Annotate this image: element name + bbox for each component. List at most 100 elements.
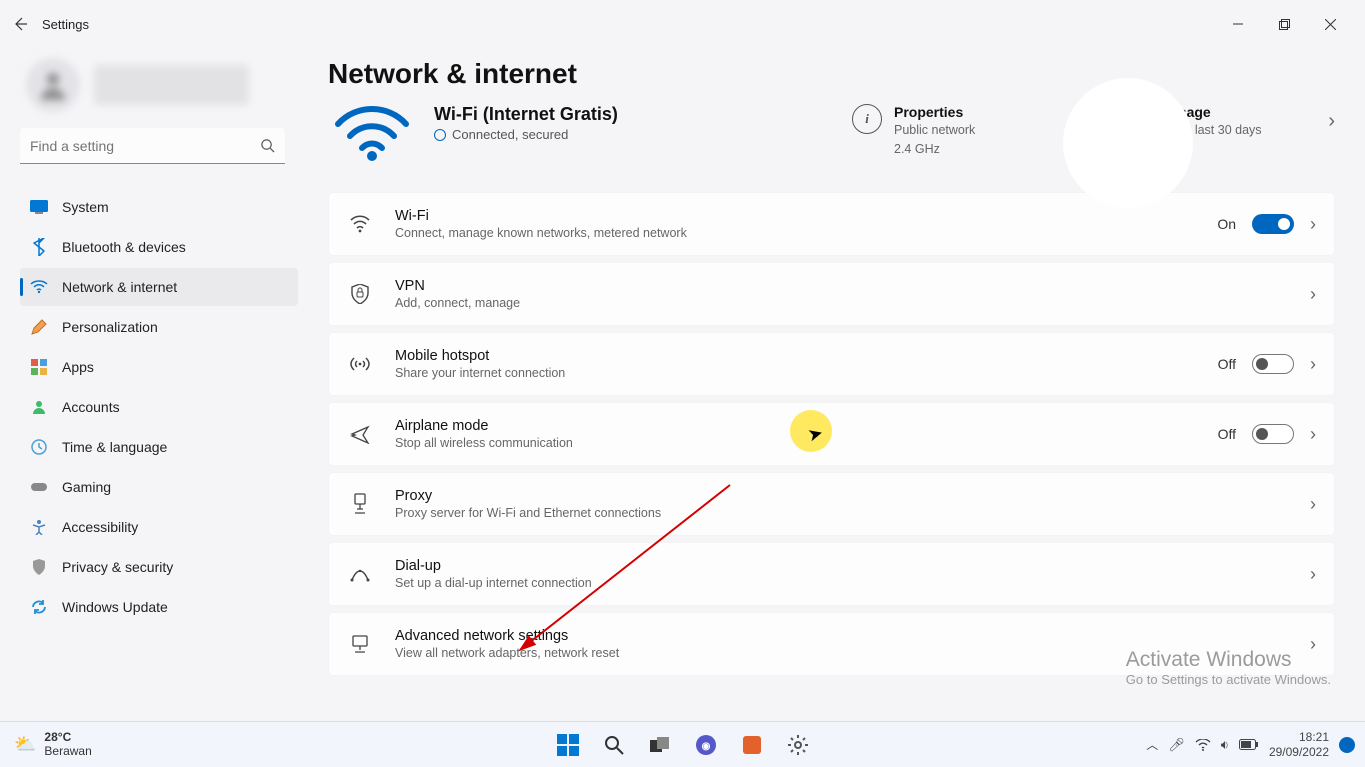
taskbar-weather[interactable]: ⛅ 28°CBerawan	[14, 731, 92, 759]
card-title: VPN	[395, 278, 1288, 294]
nav-accessibility[interactable]: Accessibility	[20, 508, 298, 546]
nav-apps[interactable]: Apps	[20, 348, 298, 386]
teams-button[interactable]: ◉	[687, 726, 725, 764]
nav-label: Privacy & security	[62, 559, 173, 575]
chevron-right-icon: ›	[1310, 634, 1316, 655]
battery-icon[interactable]	[1239, 739, 1259, 750]
hotspot-toggle[interactable]	[1252, 354, 1294, 374]
properties-heading: Properties	[894, 104, 975, 120]
nav-personalization[interactable]: Personalization	[20, 308, 298, 346]
app-button[interactable]	[733, 726, 771, 764]
maximize-button[interactable]	[1261, 8, 1307, 40]
chevron-right-icon: ›	[1310, 424, 1316, 445]
search-button[interactable]	[595, 726, 633, 764]
chevron-right-icon: ›	[1310, 214, 1316, 235]
svg-text:◉: ◉	[701, 741, 710, 752]
nav-time[interactable]: Time & language	[20, 428, 298, 466]
card-title: Proxy	[395, 488, 1288, 504]
card-subtitle: Add, connect, manage	[395, 296, 1288, 310]
nav-accounts[interactable]: Accounts	[20, 388, 298, 426]
chevron-right-icon: ›	[1310, 494, 1316, 515]
task-view-button[interactable]	[641, 726, 679, 764]
card-vpn[interactable]: VPN Add, connect, manage ›	[328, 262, 1335, 326]
volume-icon[interactable]: 🔉︎	[1221, 737, 1229, 753]
chevron-right-icon: ›	[1310, 564, 1316, 585]
card-subtitle: Set up a dial-up internet connection	[395, 576, 1288, 590]
card-dialup[interactable]: Dial-up Set up a dial-up internet connect…	[328, 542, 1335, 606]
nav-gaming[interactable]: Gaming	[20, 468, 298, 506]
nav-label: Bluetooth & devices	[62, 239, 186, 255]
card-title: Dial-up	[395, 558, 1288, 574]
card-subtitle: Share your internet connection	[395, 366, 1196, 380]
airplane-icon	[347, 424, 373, 444]
bluetooth-icon	[30, 238, 48, 256]
nav-label: Gaming	[62, 479, 111, 495]
nav-system[interactable]: System	[20, 188, 298, 226]
back-button[interactable]	[12, 16, 28, 32]
card-proxy[interactable]: ProxyProxy server for Wi-Fi and Ethernet…	[328, 472, 1335, 536]
nav-label: Apps	[62, 359, 94, 375]
tray-chevron-icon[interactable]: ︿	[1146, 736, 1158, 753]
weather-desc: Berawan	[44, 745, 91, 759]
card-subtitle: Connect, manage known networks, metered …	[395, 226, 1195, 240]
close-button[interactable]	[1307, 8, 1353, 40]
nav-label: Personalization	[62, 319, 158, 335]
accessibility-icon	[30, 518, 48, 536]
wifi-icon	[347, 215, 373, 233]
hotspot-icon	[347, 355, 373, 373]
airplane-toggle[interactable]	[1252, 424, 1294, 444]
overlay-circle	[1063, 78, 1193, 208]
shield-icon	[30, 558, 48, 576]
nav-label: System	[62, 199, 109, 215]
card-advanced[interactable]: Advanced network settings View all networ…	[328, 612, 1335, 676]
nav-label: Network & internet	[62, 279, 177, 295]
wifi-icon	[30, 278, 48, 296]
page-title: Network & internet	[328, 58, 1335, 90]
clock-icon	[30, 438, 48, 456]
main-content: Network & internet Wi-Fi (Internet Grati…	[310, 48, 1365, 721]
weather-icon: ⛅	[14, 734, 36, 755]
update-icon	[30, 598, 48, 616]
card-wifi[interactable]: Wi-Fi Connect, manage known networks, met…	[328, 192, 1335, 256]
nav-list: System Bluetooth & devices Network & int…	[20, 188, 298, 626]
account-icon	[30, 398, 48, 416]
gaming-icon	[30, 478, 48, 496]
dialup-icon	[347, 566, 373, 582]
search-input[interactable]	[20, 128, 285, 164]
nav-label: Windows Update	[62, 599, 168, 615]
minimize-button[interactable]	[1215, 8, 1261, 40]
wifi-toggle[interactable]	[1252, 214, 1294, 234]
nav-label: Accessibility	[62, 519, 138, 535]
properties-block[interactable]: i Properties Public network 2.4 GHz	[852, 104, 1072, 158]
profile-section[interactable]	[20, 48, 298, 122]
start-button[interactable]	[549, 726, 587, 764]
temperature: 28°C	[44, 731, 91, 745]
notification-badge[interactable]	[1339, 737, 1355, 753]
settings-button[interactable]	[779, 726, 817, 764]
toggle-state: On	[1217, 216, 1236, 232]
toggle-state: Off	[1218, 356, 1236, 372]
toggle-state: Off	[1218, 426, 1236, 442]
clock[interactable]: 18:2129/09/2022	[1269, 730, 1329, 759]
chevron-right-icon: ›	[1310, 284, 1316, 305]
nav-bluetooth[interactable]: Bluetooth & devices	[20, 228, 298, 266]
wifi-large-icon	[328, 104, 416, 164]
globe-icon	[434, 129, 446, 141]
nav-privacy[interactable]: Privacy & security	[20, 548, 298, 586]
chevron-right-icon[interactable]: ›	[1328, 110, 1335, 133]
card-title: Advanced network settings	[395, 628, 1288, 644]
app-title: Settings	[42, 17, 89, 32]
connection-info[interactable]: Wi-Fi (Internet Gratis) Connected, secur…	[434, 104, 794, 142]
sidebar: System Bluetooth & devices Network & int…	[0, 48, 310, 721]
card-hotspot[interactable]: Mobile hotspotShare your internet connec…	[328, 332, 1335, 396]
system-tray: ︿ 🎤︎ 🔉︎ 18:2129/09/2022	[1146, 730, 1355, 759]
mic-icon[interactable]: 🎤︎	[1168, 737, 1185, 753]
chevron-right-icon: ›	[1310, 354, 1316, 375]
nav-update[interactable]: Windows Update	[20, 588, 298, 626]
wifi-tray-icon[interactable]	[1195, 739, 1211, 751]
paint-icon	[30, 318, 48, 336]
nav-network[interactable]: Network & internet	[20, 268, 298, 306]
card-subtitle: View all network adapters, network reset	[395, 646, 1288, 660]
card-title: Wi-Fi	[395, 208, 1195, 224]
advanced-network-icon	[347, 634, 373, 654]
